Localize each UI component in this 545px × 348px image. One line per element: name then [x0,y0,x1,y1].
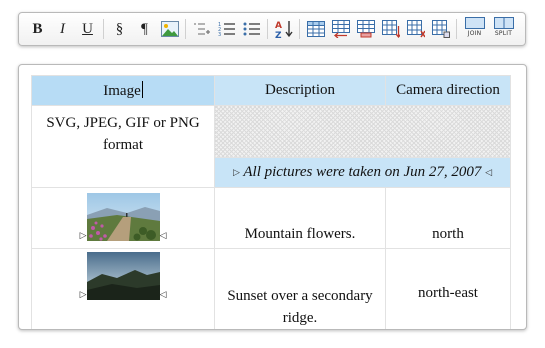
indent-list-icon [193,23,210,35]
caption-start-marker-icon: ▷ [232,167,240,178]
bold-button[interactable]: B [25,17,50,41]
editor-area[interactable]: Image Description Camera direction SVG, … [18,64,527,330]
bullet-list-button[interactable] [239,17,264,41]
image-end-marker-icon: ◁ [159,231,167,241]
join-cells-icon [464,17,485,29]
insert-image-button[interactable] [157,17,182,41]
underline-button[interactable]: U [75,17,100,41]
sort-button[interactable]: A Z [271,17,296,41]
table-cell[interactable]: Sunset over a secondary ridge. [214,248,386,329]
caption-cell[interactable]: ▷ All pictures were taken on Jun 27, 200… [214,157,511,188]
indent-list-button[interactable] [189,17,214,41]
empty-merged-cell[interactable] [214,105,511,158]
toolbar-divider [185,19,186,39]
sort-az-icon: A Z [275,21,293,39]
table-cell[interactable]: ▷ ◁ [31,248,215,329]
numbered-list-button[interactable]: 123 [214,17,239,41]
insert-column-button[interactable] [378,17,403,41]
svg-text:3: 3 [218,32,221,37]
table-cell[interactable]: north [385,187,511,249]
table-cell[interactable]: Mountain flowers. [214,187,386,249]
caption-end-marker-icon: ◁ [485,167,493,178]
mountain-flowers-photo[interactable] [86,193,160,241]
sunset-ridge-photo[interactable] [86,252,160,300]
toolbar: B I U § ¶ 123 A Z JOIN SPLIT [18,12,526,46]
table-cell[interactable]: ▷ ◁ [31,187,215,249]
table-header-cell[interactable]: Camera direction [385,75,511,106]
table-cell[interactable]: SVG, JPEG, GIF or PNG format [31,105,215,188]
toolbar-divider [456,19,457,39]
italic-button[interactable]: I [50,17,75,41]
insert-row-before-button[interactable] [328,17,353,41]
toolbar-divider [299,19,300,39]
join-cells-button[interactable]: JOIN [460,17,489,41]
delete-column-button[interactable] [403,17,428,41]
caption-text: All pictures were taken on Jun 27, 2007 [243,164,482,180]
table-header-cell[interactable]: Image [31,75,215,106]
image-end-marker-icon: ◁ [159,290,167,300]
toolbar-divider [267,19,268,39]
insert-table-button[interactable] [303,17,328,41]
column-insert-icon [381,20,400,38]
toolbar-divider [103,19,104,39]
format-note: SVG, JPEG, GIF or PNG format [46,115,200,153]
table-properties-button[interactable] [428,17,453,41]
delete-row-button[interactable] [353,17,378,41]
split-cell-button[interactable]: SPLIT [489,17,518,41]
join-label: JOIN [467,30,482,37]
table-icon [306,21,325,37]
table-properties-icon [431,20,450,38]
numbered-list-icon: 123 [218,22,235,37]
text-cursor [141,81,143,98]
split-cell-icon [493,17,514,29]
row-insert-icon [331,20,350,38]
image-icon [160,21,179,37]
header-image-label: Image [103,83,141,99]
section-button[interactable]: § [107,17,132,41]
column-delete-icon [406,20,425,38]
svg-text:A: A [275,21,282,31]
table-header-cell[interactable]: Description [214,75,386,106]
svg-text:Z: Z [275,31,282,39]
image-start-marker-icon: ▷ [79,231,87,241]
table-cell[interactable]: north-east [385,248,511,329]
row-delete-icon [356,20,375,38]
paragraph-button[interactable]: ¶ [132,17,157,41]
bullet-list-icon [243,22,260,36]
content-table[interactable]: Image Description Camera direction SVG, … [31,75,511,329]
image-start-marker-icon: ▷ [79,290,87,300]
split-label: SPLIT [494,30,513,37]
